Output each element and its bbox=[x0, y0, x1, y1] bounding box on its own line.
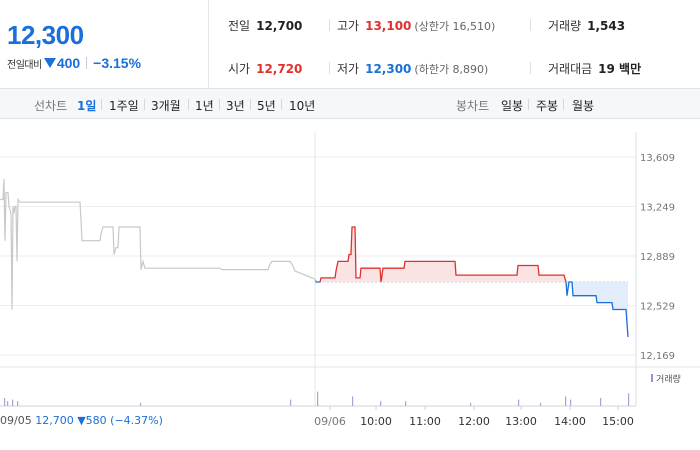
line-chart-label: 선차트 bbox=[34, 99, 68, 113]
change-amount: 400 bbox=[56, 55, 81, 71]
volume-bar bbox=[570, 399, 572, 406]
volume-legend-swatch bbox=[651, 374, 653, 382]
tab-divider bbox=[281, 99, 282, 110]
volume-bar bbox=[317, 391, 319, 406]
stat-value: 12,300 bbox=[365, 62, 412, 76]
tab-divider bbox=[188, 99, 189, 110]
stat-value: 12,700 bbox=[256, 19, 303, 33]
prev-day-change: 580 bbox=[85, 414, 107, 427]
tab-divider bbox=[101, 99, 102, 110]
y-tick-label: 12,529 bbox=[640, 302, 675, 313]
divider bbox=[530, 19, 531, 31]
stat-value: 19 백만 bbox=[598, 62, 642, 76]
tab-3y[interactable]: 3년 bbox=[226, 97, 245, 114]
stat-open: 시가 12,720 bbox=[228, 60, 302, 77]
tab-daily-candle[interactable]: 일봉 bbox=[501, 97, 523, 114]
stat-amount: 거래대금 19 백만 bbox=[548, 60, 641, 77]
stat-sub: (하한가 8,890) bbox=[414, 63, 489, 76]
y-tick-label: 13,249 bbox=[640, 203, 675, 214]
chart-tab-bar: 선차트 1일 1주일 3개월 1년 3년 5년 10년 봉차트 일봉 주봉 월봉 bbox=[0, 89, 700, 119]
stat-label: 거래량 bbox=[548, 19, 582, 33]
stat-value: 1,543 bbox=[587, 19, 626, 33]
stat-label: 시가 bbox=[228, 62, 251, 76]
volume-bar bbox=[518, 399, 520, 406]
y-tick-label: 13,609 bbox=[640, 153, 675, 164]
stat-low: 저가 12,300 (하한가 8,890) bbox=[337, 60, 488, 77]
volume-bar bbox=[405, 401, 407, 406]
tab-10y[interactable]: 10년 bbox=[289, 97, 315, 114]
x-tick-label: 11:00 bbox=[409, 415, 441, 428]
candle-chart-label: 봉차트 bbox=[456, 99, 490, 113]
volume-bar bbox=[140, 402, 142, 406]
stat-sub: (상한가 16,510) bbox=[414, 20, 496, 33]
tab-monthly-candle[interactable]: 월봉 bbox=[572, 97, 594, 114]
tab-1d[interactable]: 1일 bbox=[77, 97, 96, 114]
x-tick-label: 12:00 bbox=[458, 415, 490, 428]
stat-value: 12,720 bbox=[256, 62, 303, 76]
price-chart[interactable]: 13,609 13,249 12,889 12,529 12,169 거래량 09/06 10… bbox=[0, 120, 700, 450]
change-row: 전일대비 400 −3.15% bbox=[7, 55, 141, 71]
current-price: 12,300 bbox=[7, 20, 84, 50]
stat-label: 고가 bbox=[337, 19, 360, 33]
prev-day-down-icon: ▼ bbox=[77, 414, 86, 427]
price-box: 12,300 전일대비 400 −3.15% bbox=[0, 0, 209, 89]
prev-day-price: 12,700 bbox=[35, 414, 74, 427]
x-tick-label: 15:00 bbox=[602, 415, 634, 428]
tab-1y[interactable]: 1년 bbox=[195, 97, 214, 114]
x-tick-label: 13:00 bbox=[505, 415, 537, 428]
y-tick-label: 12,169 bbox=[640, 351, 675, 362]
tab-weekly-candle[interactable]: 주봉 bbox=[536, 97, 558, 114]
stat-prev-close: 전일 12,700 bbox=[228, 17, 302, 34]
tab-3m[interactable]: 3개월 bbox=[151, 97, 181, 114]
volume-bar bbox=[4, 398, 6, 406]
tab-divider bbox=[250, 99, 251, 110]
prev-day-line bbox=[0, 178, 316, 310]
y-tick-label: 12,889 bbox=[640, 252, 675, 263]
tab-5y[interactable]: 5년 bbox=[257, 97, 276, 114]
stat-label: 거래대금 bbox=[548, 62, 593, 76]
x-tick-label: 09/06 bbox=[314, 415, 346, 428]
tab-divider bbox=[563, 99, 564, 110]
price-chart-svg: 13,609 13,249 12,889 12,529 12,169 거래량 09/06 10… bbox=[0, 132, 700, 428]
volume-bar bbox=[290, 399, 292, 406]
volume-bar bbox=[600, 398, 602, 406]
stat-label: 전일 bbox=[228, 19, 251, 33]
change-percent: −3.15% bbox=[93, 55, 142, 71]
tab-divider bbox=[144, 99, 145, 110]
volume-bar bbox=[470, 402, 472, 406]
stock-header: 12,300 전일대비 400 −3.15% 전일 12,700 고가 13,100… bbox=[0, 0, 700, 89]
divider bbox=[329, 62, 330, 74]
stat-volume: 거래량 1,543 bbox=[548, 17, 625, 34]
volume-bar bbox=[17, 401, 19, 406]
volume-bar bbox=[12, 399, 14, 406]
tab-1w[interactable]: 1주일 bbox=[109, 97, 139, 114]
volume-bar bbox=[380, 401, 382, 406]
change-divider bbox=[86, 57, 88, 69]
volume-bar bbox=[7, 401, 9, 406]
tab-divider bbox=[219, 99, 220, 110]
prev-day-summary: 09/05 12,700 ▼580 (−4.37%) bbox=[0, 414, 163, 427]
divider bbox=[530, 62, 531, 74]
prev-day-date: 09/05 bbox=[0, 414, 32, 427]
volume-bar bbox=[540, 402, 542, 406]
change-label: 전일대비 bbox=[7, 59, 42, 71]
x-tick-label: 10:00 bbox=[360, 415, 392, 428]
stat-value: 13,100 bbox=[365, 19, 412, 33]
volume-bar bbox=[628, 393, 630, 406]
stat-label: 저가 bbox=[337, 62, 360, 76]
prev-day-pct: (−4.37%) bbox=[110, 414, 163, 427]
down-triangle-icon bbox=[43, 58, 56, 68]
volume-bar bbox=[565, 396, 567, 406]
tab-divider bbox=[528, 99, 529, 110]
stat-high: 고가 13,100 (상한가 16,510) bbox=[337, 17, 495, 34]
volume-legend-label: 거래량 bbox=[656, 373, 681, 385]
volume-bar bbox=[352, 396, 354, 406]
x-tick-label: 14:00 bbox=[554, 415, 586, 428]
divider bbox=[329, 19, 330, 31]
